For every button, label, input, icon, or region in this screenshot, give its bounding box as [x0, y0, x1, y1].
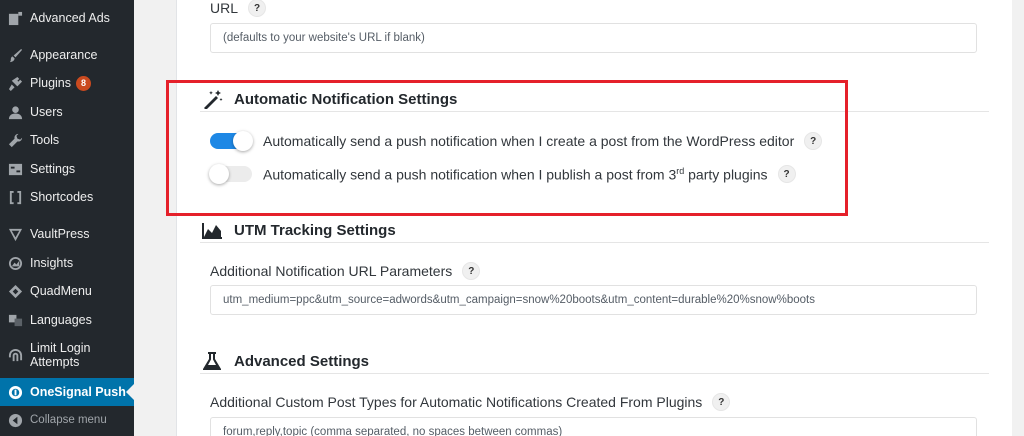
- sidebar-item-label: Collapse menu: [30, 414, 107, 426]
- custom-post-types-input[interactable]: forum,reply,topic (comma separated, no s…: [210, 417, 977, 436]
- fingerprint-icon: [7, 347, 24, 364]
- utm-help-button[interactable]: ?: [462, 262, 481, 280]
- plugins-update-badge: 8: [76, 75, 91, 91]
- custom-post-types-help-button[interactable]: ?: [712, 393, 731, 411]
- translate-icon: [7, 312, 24, 329]
- sidebar-item-languages[interactable]: Languages: [0, 309, 134, 331]
- sidebar-item-label: Shortcodes: [30, 190, 94, 204]
- sidebar-item-label: VaultPress: [30, 227, 90, 241]
- sidebar-item-label: OneSignal Push: [30, 385, 126, 399]
- sidebar-item-shortcodes[interactable]: Shortcodes: [0, 186, 134, 208]
- highlight-box: [166, 80, 848, 216]
- flask-icon: [200, 351, 224, 371]
- area-chart-icon: [200, 220, 224, 240]
- sidebar-item-advanced-ads[interactable]: Advanced Ads: [0, 7, 134, 29]
- sidebar-item-label: QuadMenu: [30, 284, 92, 298]
- sidebar-item-label: Limit Login: [30, 341, 91, 355]
- sidebar-item-label: Settings: [30, 162, 76, 176]
- advanced-ads-icon: [7, 10, 24, 27]
- url-help-button[interactable]: ?: [248, 0, 267, 17]
- collapse-menu-button[interactable]: Collapse menu: [0, 409, 134, 431]
- sidebar-item-tools[interactable]: Tools: [0, 129, 134, 151]
- insights-icon: [7, 255, 24, 272]
- sidebar-item-label: Tools: [30, 133, 60, 147]
- custom-post-types-placeholder: forum,reply,topic (comma separated, no s…: [223, 426, 563, 436]
- advanced-section-title: Advanced Settings: [200, 350, 369, 372]
- sidebar-item-appearance[interactable]: Appearance: [0, 44, 134, 66]
- sidebar-item-label: Advanced Ads: [30, 11, 110, 25]
- sidebar-item-label: Appearance: [30, 48, 98, 62]
- sidebar-item-quadmenu[interactable]: QuadMenu: [0, 280, 134, 302]
- custom-post-types-label: Additional Custom Post Types for Automat…: [210, 392, 731, 412]
- sidebar-item-vaultpress[interactable]: VaultPress: [0, 223, 134, 245]
- quadmenu-icon: [7, 283, 24, 300]
- utm-section-title: UTM Tracking Settings: [200, 219, 396, 241]
- user-icon: [7, 104, 24, 121]
- wrench-icon: [7, 132, 24, 149]
- url-input[interactable]: (defaults to your website's URL if blank…: [210, 23, 977, 53]
- utm-parameters-label: Additional Notification URL Parameters ?: [210, 261, 481, 281]
- sidebar-item-insights[interactable]: Insights: [0, 252, 134, 274]
- section-divider: [200, 373, 989, 374]
- sidebar-item-label: Languages: [30, 313, 92, 327]
- url-label: URL ?: [210, 0, 267, 17]
- utm-parameters-value: utm_medium=ppc&utm_source=adwords&utm_ca…: [223, 294, 815, 306]
- brackets-icon: [7, 189, 24, 206]
- admin-sidebar: Advanced Ads Appearance Plugins 8 Users …: [0, 0, 134, 436]
- page-scrollbar[interactable]: [1012, 0, 1024, 436]
- section-divider: [200, 242, 989, 243]
- sidebar-item-label: Insights: [30, 256, 74, 270]
- onesignal-icon: [7, 384, 24, 401]
- sidebar-item-onesignal-push[interactable]: OneSignal Push: [0, 378, 134, 406]
- content-gutter: [134, 0, 176, 436]
- sidebar-item-limit-login-attempts[interactable]: Limit Login Attempts: [0, 339, 134, 371]
- sidebar-item-users[interactable]: Users: [0, 101, 134, 123]
- url-input-placeholder: (defaults to your website's URL if blank…: [223, 32, 425, 44]
- vaultpress-icon: [7, 226, 24, 243]
- sidebar-item-settings[interactable]: Settings: [0, 158, 134, 180]
- sidebar-item-plugins[interactable]: Plugins 8: [0, 72, 134, 94]
- utm-parameters-input[interactable]: utm_medium=ppc&utm_source=adwords&utm_ca…: [210, 285, 977, 315]
- paintbrush-icon: [7, 47, 24, 64]
- sidebar-item-label: Users: [30, 105, 63, 119]
- settings-icon: [7, 161, 24, 178]
- collapse-icon: [7, 412, 24, 429]
- sidebar-item-label: Plugins: [30, 76, 71, 90]
- sidebar-item-label-line2: Attempts: [30, 355, 80, 369]
- plugin-icon: [7, 75, 24, 92]
